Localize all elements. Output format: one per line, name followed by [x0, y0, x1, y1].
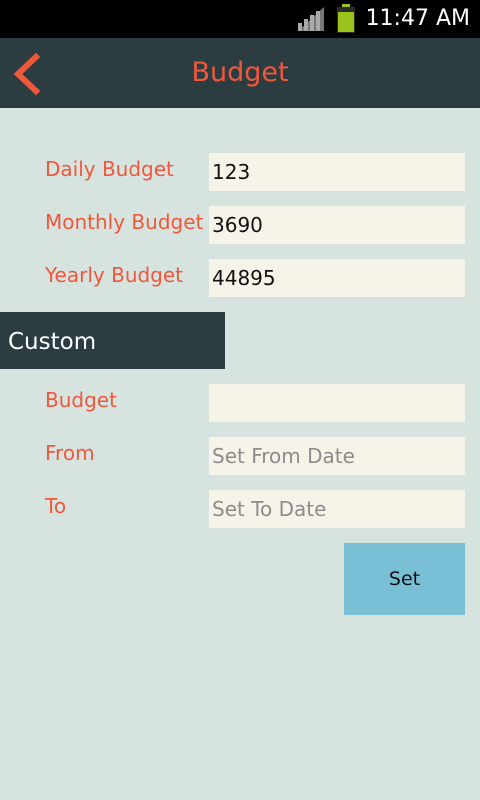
yearly-budget-field[interactable] — [209, 259, 465, 297]
page-title: Budget — [191, 57, 289, 88]
app-bar: Budget — [0, 38, 480, 108]
from-label: From — [45, 441, 95, 465]
custom-section-title: Custom — [8, 329, 97, 355]
signal-icon — [298, 7, 324, 31]
daily-budget-label: Daily Budget — [45, 157, 174, 181]
monthly-budget-label: Monthly Budget — [45, 210, 204, 234]
to-date-field[interactable] — [209, 490, 465, 528]
to-label: To — [45, 494, 67, 518]
yearly-budget-label: Yearly Budget — [45, 263, 184, 287]
status-bar: 11:47 AM — [0, 0, 480, 38]
set-button[interactable]: Set — [344, 543, 465, 615]
daily-budget-field[interactable] — [209, 153, 465, 191]
custom-section-header: Custom — [0, 312, 225, 369]
monthly-budget-field[interactable] — [209, 206, 465, 244]
from-date-field[interactable] — [209, 437, 465, 475]
battery-icon — [337, 4, 355, 33]
custom-budget-field[interactable] — [209, 384, 465, 422]
status-time: 11:47 AM — [365, 6, 470, 31]
custom-budget-label: Budget — [45, 388, 117, 412]
